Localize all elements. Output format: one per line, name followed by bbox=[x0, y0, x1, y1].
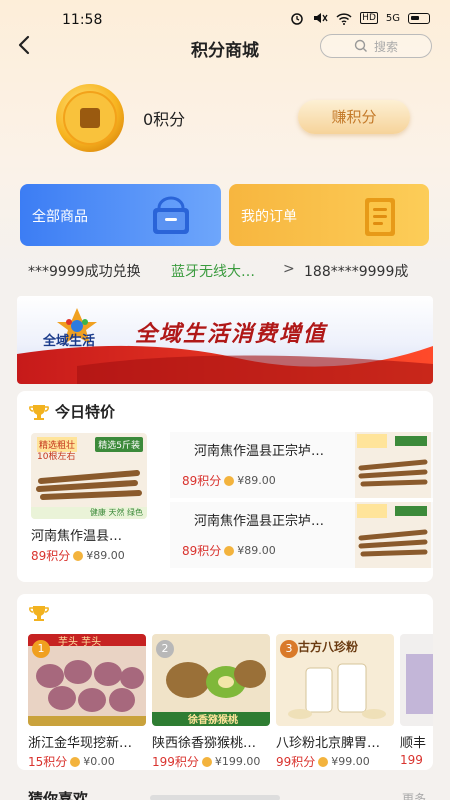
coin-small-icon bbox=[318, 756, 329, 767]
yam-product-image bbox=[355, 432, 431, 498]
special-product-row[interactable]: 河南焦作温县正宗垆… 89积分 ¥89.00 bbox=[170, 502, 433, 568]
status-time: 11:58 bbox=[62, 12, 103, 28]
coin-small-icon bbox=[224, 545, 235, 556]
ticker-item: 188****9999成 bbox=[304, 264, 409, 280]
product-name: 浙江金华现挖新… bbox=[28, 736, 133, 751]
coin-icon bbox=[56, 84, 124, 152]
product-image-caption: 芋头 芋头 bbox=[58, 637, 102, 648]
product-cash-price: ¥89.00 bbox=[237, 544, 276, 557]
status-bar: 11:58 HD 5G bbox=[0, 0, 450, 28]
product-price: 15积分 ¥0.00 bbox=[28, 753, 146, 770]
product-points: 199 bbox=[400, 753, 423, 767]
shopping-basket-icon bbox=[153, 196, 189, 234]
points-balance: 0积分 bbox=[143, 110, 186, 129]
product-price: 89积分 ¥89.00 bbox=[31, 547, 147, 564]
product-points: 99积分 bbox=[276, 755, 316, 769]
battery-icon bbox=[408, 12, 430, 24]
banner-logo-text: 全域生活 bbox=[43, 334, 96, 349]
status-icons: HD 5G bbox=[290, 11, 430, 25]
search-icon bbox=[354, 39, 367, 52]
coin-small-icon bbox=[70, 756, 81, 767]
wifi-icon bbox=[336, 12, 352, 25]
product-points: 15积分 bbox=[28, 755, 68, 769]
product-name: 河南焦作温县正宗垆… bbox=[194, 444, 325, 459]
my-orders-label: 我的订单 bbox=[241, 209, 297, 225]
trophy-icon bbox=[29, 404, 49, 420]
search-input[interactable]: 搜索 bbox=[320, 34, 432, 58]
trophy-icon bbox=[29, 606, 49, 621]
product-name: 河南焦作温县正宗垆… bbox=[194, 514, 325, 529]
order-clipboard-icon bbox=[365, 198, 395, 236]
product-points: 199积分 bbox=[152, 755, 199, 769]
product-price: 89积分 ¥89.00 bbox=[182, 472, 276, 489]
special-product-row[interactable]: 河南焦作温县正宗垆… 89积分 ¥89.00 bbox=[170, 432, 433, 498]
powder-product-image: 古方八珍粉 3 bbox=[276, 634, 394, 726]
hot-products-panel: 芋头 芋头 1 浙江金华现挖新… 15积分 ¥0.00 徐香猕猴桃 2 陕西徐香… bbox=[17, 594, 433, 770]
alarm-icon bbox=[291, 13, 303, 25]
product-name: 八珍粉北京脾胃… bbox=[276, 736, 381, 751]
special-product-card[interactable]: 精选粗壮 10根左右 精选5斤装 健康 天然 绿色 河南焦作温县… 89积分 ¥… bbox=[31, 433, 147, 569]
signal-label: 5G bbox=[385, 12, 400, 24]
rank-badge: 3 bbox=[280, 640, 298, 658]
coin-small-icon bbox=[73, 550, 84, 561]
daily-specials-title: 今日特价 bbox=[55, 403, 116, 421]
product-tag: 10根左右 bbox=[37, 452, 76, 462]
product-price: 199 bbox=[400, 753, 433, 767]
hot-product-card[interactable]: 顺丰 199 bbox=[400, 634, 433, 767]
product-tag: 健康 天然 绿色 bbox=[89, 508, 143, 517]
hot-product-card[interactable]: 古方八珍粉 3 八珍粉北京脾胃… 99积分 ¥99.00 bbox=[276, 634, 394, 770]
all-products-card[interactable]: 全部商品 bbox=[20, 184, 221, 246]
product-price: 99积分 ¥99.00 bbox=[276, 753, 394, 770]
product-cash-price: ¥89.00 bbox=[86, 549, 125, 562]
hd-badge: HD bbox=[360, 12, 378, 24]
nav-bar: 积分商城 搜索 bbox=[0, 28, 450, 64]
daily-specials-panel: 今日特价 精选粗壮 10根左右 精选5斤装 健康 天然 绿色 河南焦作温县… 8… bbox=[17, 391, 433, 582]
product-cash-price: ¥0.00 bbox=[83, 755, 115, 768]
product-image-caption: 古方八珍粉 bbox=[298, 640, 359, 654]
product-tag: 精选5斤装 bbox=[95, 437, 143, 452]
ticker-product-link[interactable]: 蓝牙无线大… bbox=[171, 261, 255, 281]
rank-badge: 1 bbox=[32, 640, 50, 658]
redeem-ticker: ***9999成功兑换 蓝牙无线大… > 188****9999成 bbox=[0, 258, 450, 284]
product-name: 顺丰 bbox=[400, 736, 427, 751]
yam-product-image bbox=[355, 502, 431, 568]
daily-specials-header: 今日特价 bbox=[29, 401, 115, 422]
earn-points-button[interactable]: 赚积分 bbox=[298, 100, 410, 134]
yam-product-image: 精选粗壮 10根左右 精选5斤装 健康 天然 绿色 bbox=[31, 433, 147, 519]
banner-slogan: 全域生活消费增值 bbox=[135, 321, 328, 347]
section-divider bbox=[150, 795, 280, 800]
hot-product-card[interactable]: 芋头 芋头 1 浙江金华现挖新… 15积分 ¥0.00 bbox=[28, 634, 146, 770]
chevron-right-icon: > bbox=[283, 261, 295, 277]
product-cash-price: ¥99.00 bbox=[331, 755, 370, 768]
hot-product-card[interactable]: 徐香猕猴桃 2 陕西徐香猕猴桃… 199积分 ¥199.00 bbox=[152, 634, 270, 770]
rank-badge: 2 bbox=[156, 640, 174, 658]
product-points: 89积分 bbox=[182, 544, 222, 558]
product-points: 89积分 bbox=[31, 549, 71, 563]
product-cash-price: ¥199.00 bbox=[214, 755, 261, 768]
product-image-caption: 徐香猕猴桃 bbox=[188, 715, 238, 726]
my-orders-card[interactable]: 我的订单 bbox=[229, 184, 429, 246]
points-summary: 0积分 赚积分 bbox=[0, 78, 450, 158]
ticker-item: ***9999成功兑换 bbox=[28, 264, 141, 280]
product-name: 河南焦作温县… bbox=[31, 529, 123, 544]
coin-small-icon bbox=[224, 475, 235, 486]
promo-banner[interactable]: 全域生活 全域生活消费增值 bbox=[17, 296, 433, 384]
product-image bbox=[400, 634, 433, 726]
product-price: 199积分 ¥199.00 bbox=[152, 753, 270, 770]
search-placeholder: 搜索 bbox=[373, 39, 398, 54]
product-name: 陕西徐香猕猴桃… bbox=[152, 736, 257, 751]
product-price: 89积分 ¥89.00 bbox=[182, 542, 276, 559]
recommend-title: 猜你喜欢 bbox=[28, 790, 89, 800]
mute-icon bbox=[314, 13, 328, 23]
product-cash-price: ¥89.00 bbox=[237, 474, 276, 487]
more-link[interactable]: 更多 bbox=[402, 790, 426, 800]
kiwi-product-image: 徐香猕猴桃 2 bbox=[152, 634, 270, 726]
product-points: 89积分 bbox=[182, 474, 222, 488]
taro-product-image: 芋头 芋头 1 bbox=[28, 634, 146, 726]
coin-small-icon bbox=[201, 756, 212, 767]
all-products-label: 全部商品 bbox=[32, 209, 88, 225]
